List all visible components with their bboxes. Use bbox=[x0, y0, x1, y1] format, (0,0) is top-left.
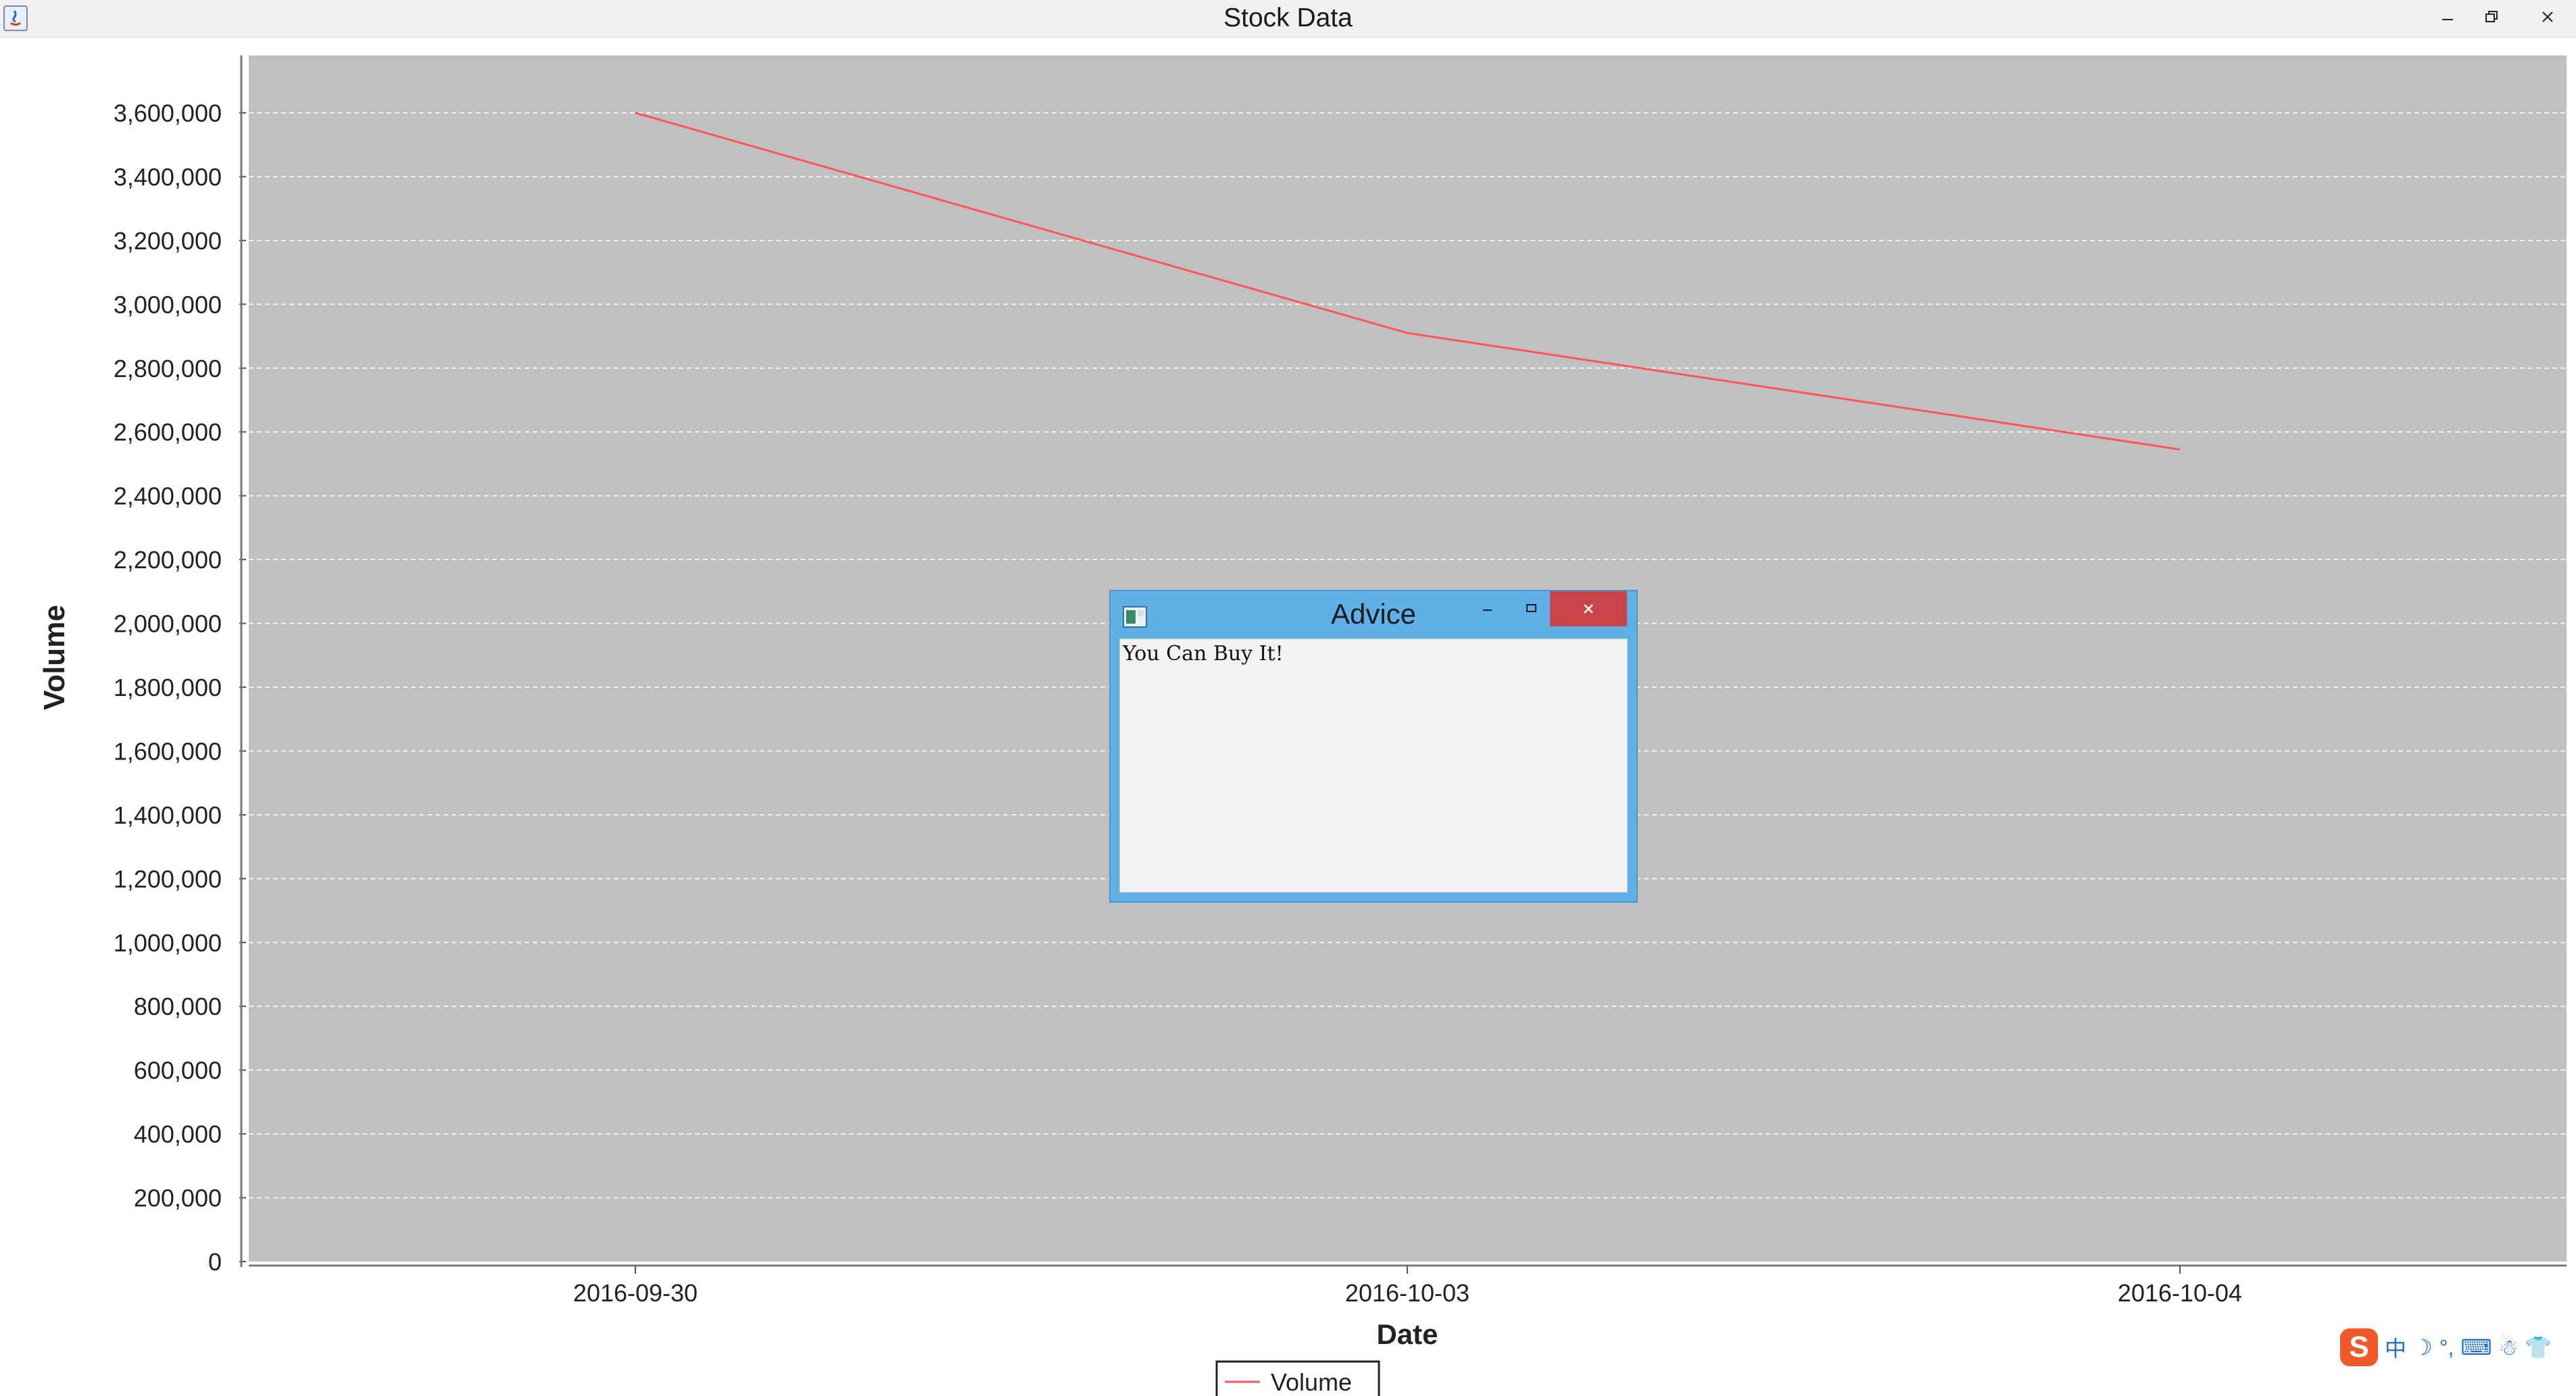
ime-user-icon[interactable]: ☃ bbox=[2499, 1335, 2519, 1360]
sogou-logo-icon[interactable]: S bbox=[2340, 1328, 2378, 1366]
x-tick-label: 2016-09-30 bbox=[573, 1279, 698, 1307]
advice-message: You Can Buy It! bbox=[1123, 642, 1284, 666]
y-tick-label: 1,600,000 bbox=[114, 737, 222, 765]
minimize-icon bbox=[2442, 19, 2453, 20]
ime-keyboard-icon[interactable]: ⌨ bbox=[2460, 1335, 2492, 1360]
ime-moon-icon[interactable]: ☽ bbox=[2413, 1335, 2433, 1360]
y-tick-label: 2,000,000 bbox=[114, 610, 222, 638]
restore-icon bbox=[2485, 11, 2498, 22]
y-tick-label: 2,400,000 bbox=[114, 482, 222, 510]
ime-punctuation-icon[interactable]: °, bbox=[2439, 1335, 2454, 1360]
x-axis-title: Date bbox=[1376, 1318, 1438, 1350]
legend-label: Volume bbox=[1271, 1368, 1352, 1396]
y-tick-label: 0 bbox=[208, 1248, 222, 1276]
close-icon bbox=[2542, 11, 2553, 22]
window-titlebar: Stock Data bbox=[0, 0, 2576, 38]
y-tick-label: 1,000,000 bbox=[114, 929, 222, 957]
dialog-minimize-button[interactable] bbox=[1469, 591, 1507, 626]
minimize-icon bbox=[1483, 609, 1492, 611]
y-axis-title: Volume bbox=[38, 605, 71, 710]
y-tick-label: 1,800,000 bbox=[114, 674, 222, 701]
y-tick-label: 800,000 bbox=[134, 993, 222, 1020]
y-tick-label: 3,600,000 bbox=[114, 99, 222, 127]
y-tick-label: 3,000,000 bbox=[114, 291, 222, 318]
y-tick-label: 3,200,000 bbox=[114, 227, 222, 255]
dialog-content-area[interactable]: You Can Buy It! bbox=[1119, 639, 1628, 893]
y-tick-label: 600,000 bbox=[134, 1057, 222, 1085]
y-tick-label: 400,000 bbox=[134, 1120, 222, 1148]
y-tick-label: 2,600,000 bbox=[114, 418, 222, 446]
x-tick-label: 2016-10-04 bbox=[2118, 1279, 2242, 1307]
close-button[interactable] bbox=[2519, 0, 2576, 34]
ime-skin-icon[interactable]: 👕 bbox=[2525, 1335, 2552, 1360]
ime-chinese-mode-icon[interactable]: 中 bbox=[2385, 1332, 2406, 1363]
x-tick-label: 2016-10-03 bbox=[1345, 1279, 1469, 1307]
dialog-close-button[interactable] bbox=[1550, 591, 1627, 626]
y-tick-label: 1,200,000 bbox=[114, 865, 222, 893]
y-tick-label: 3,400,000 bbox=[114, 163, 222, 191]
maximize-icon bbox=[1526, 604, 1536, 612]
close-icon bbox=[1584, 604, 1593, 614]
y-tick-label: 2,800,000 bbox=[114, 355, 222, 382]
y-tick-label: 200,000 bbox=[134, 1185, 222, 1212]
y-tick-label: 1,400,000 bbox=[114, 801, 222, 829]
dialog-maximize-button[interactable] bbox=[1513, 591, 1551, 626]
y-tick-label: 2,200,000 bbox=[114, 546, 222, 574]
minimize-button[interactable] bbox=[2425, 0, 2470, 34]
restore-button[interactable] bbox=[2469, 0, 2514, 34]
advice-dialog[interactable]: Advice You Can Buy It! bbox=[1109, 590, 1638, 903]
window-title: Stock Data bbox=[1223, 3, 1353, 32]
ime-toolbar[interactable]: S 中 ☽ °, ⌨ ☃ 👕 bbox=[2340, 1326, 2576, 1369]
